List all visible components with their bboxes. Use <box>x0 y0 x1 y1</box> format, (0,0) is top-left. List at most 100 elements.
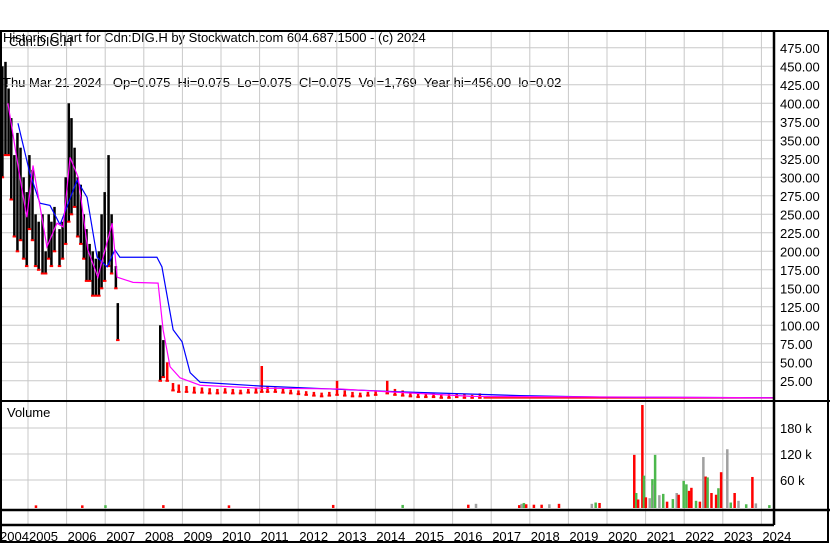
close-tick <box>40 272 45 275</box>
volume-bar <box>754 503 758 508</box>
price-bar <box>34 214 37 267</box>
close-tick <box>67 220 71 223</box>
volume-bar <box>694 500 698 508</box>
close-tick <box>273 390 278 393</box>
close-tick <box>116 339 120 342</box>
price-bar <box>13 155 16 237</box>
price-bar <box>19 147 22 241</box>
volume-bar <box>710 493 713 508</box>
price-bar <box>37 221 40 270</box>
price-bar <box>159 325 162 381</box>
year-label: 2018 <box>531 529 560 543</box>
price-bar <box>171 383 175 391</box>
close-tick <box>94 294 98 297</box>
close-tick <box>254 391 258 394</box>
price-bar <box>177 384 181 392</box>
close-tick <box>52 250 57 253</box>
year-label: 2020 <box>608 529 637 543</box>
close-tick <box>60 257 65 260</box>
close-tick <box>439 396 444 399</box>
close-tick <box>109 272 114 275</box>
volume-bar <box>331 504 335 508</box>
volume-bar <box>644 497 648 508</box>
close-tick <box>57 265 62 268</box>
volume-bar <box>653 454 657 508</box>
price-tick-label: 50.00 <box>780 355 813 370</box>
close-tick <box>238 392 243 395</box>
close-tick <box>114 287 118 290</box>
price-bar <box>22 177 25 259</box>
close-tick <box>327 394 332 397</box>
close-tick <box>75 235 80 238</box>
price-tick-label: 375.00 <box>780 115 820 130</box>
price-bar <box>94 258 98 296</box>
price-bar <box>335 380 339 395</box>
close-tick <box>454 396 459 399</box>
price-tick-label: 300.00 <box>780 170 820 185</box>
close-tick <box>462 396 467 399</box>
volume-bar <box>698 501 702 508</box>
price-tick-label: 450.00 <box>780 59 820 74</box>
volume-bar <box>751 476 754 508</box>
year-label: 2006 <box>68 529 97 543</box>
volume-bar <box>467 504 470 508</box>
close-tick <box>33 265 38 268</box>
volume-bar <box>744 504 748 508</box>
price-tick-label: 150.00 <box>780 281 820 296</box>
volume-bar <box>733 493 736 508</box>
price-bar <box>162 340 165 378</box>
close-tick <box>288 392 293 395</box>
price-bar <box>70 118 73 215</box>
price-tick-label: 75.00 <box>780 337 813 352</box>
volume-bar <box>522 502 526 508</box>
price-bar <box>4 61 7 156</box>
close-tick <box>36 268 41 271</box>
volume-bar <box>768 505 771 508</box>
close-tick <box>69 213 74 216</box>
volume-bar <box>520 503 523 508</box>
price-bar <box>116 303 120 341</box>
volume-bar <box>540 504 543 508</box>
close-tick <box>6 154 11 157</box>
volume-bar <box>726 449 729 508</box>
volume-bar <box>401 504 404 508</box>
close-tick <box>304 393 308 396</box>
close-tick <box>90 294 95 297</box>
price-bar <box>58 229 61 267</box>
price-bar <box>44 251 47 274</box>
year-label: 2019 <box>569 529 598 543</box>
price-tick-label: 250.00 <box>780 207 820 222</box>
close-tick <box>260 390 264 393</box>
volume-bar <box>548 504 551 508</box>
price-bars <box>0 61 773 399</box>
close-tick <box>21 257 26 260</box>
close-tick <box>281 391 285 394</box>
year-label: 2008 <box>145 529 174 543</box>
price-tick-label: 475.00 <box>780 41 820 56</box>
price-bar <box>25 192 28 267</box>
volume-bar <box>636 499 640 508</box>
year-label: 2024 <box>762 529 791 543</box>
close-tick <box>78 242 83 245</box>
volume-bar <box>517 505 521 508</box>
close-tick <box>358 395 362 398</box>
close-tick <box>424 396 428 399</box>
volume-bar <box>34 505 38 508</box>
close-tick <box>82 257 86 260</box>
close-tick <box>192 391 196 394</box>
volume-bar <box>594 502 597 508</box>
close-tick <box>265 390 270 393</box>
year-label: 2016 <box>454 529 483 543</box>
close-tick <box>171 389 175 392</box>
volume-bar <box>474 503 478 508</box>
close-tick <box>431 396 436 399</box>
volume-bar <box>687 490 691 508</box>
volume-bar <box>702 457 705 508</box>
volume-bar <box>685 484 688 508</box>
volume-bar <box>557 503 561 508</box>
close-tick <box>350 395 355 398</box>
close-tick <box>312 394 316 397</box>
moving-average-line <box>17 123 773 399</box>
price-bar <box>165 362 169 381</box>
price-tick-label: 325.00 <box>780 152 820 167</box>
